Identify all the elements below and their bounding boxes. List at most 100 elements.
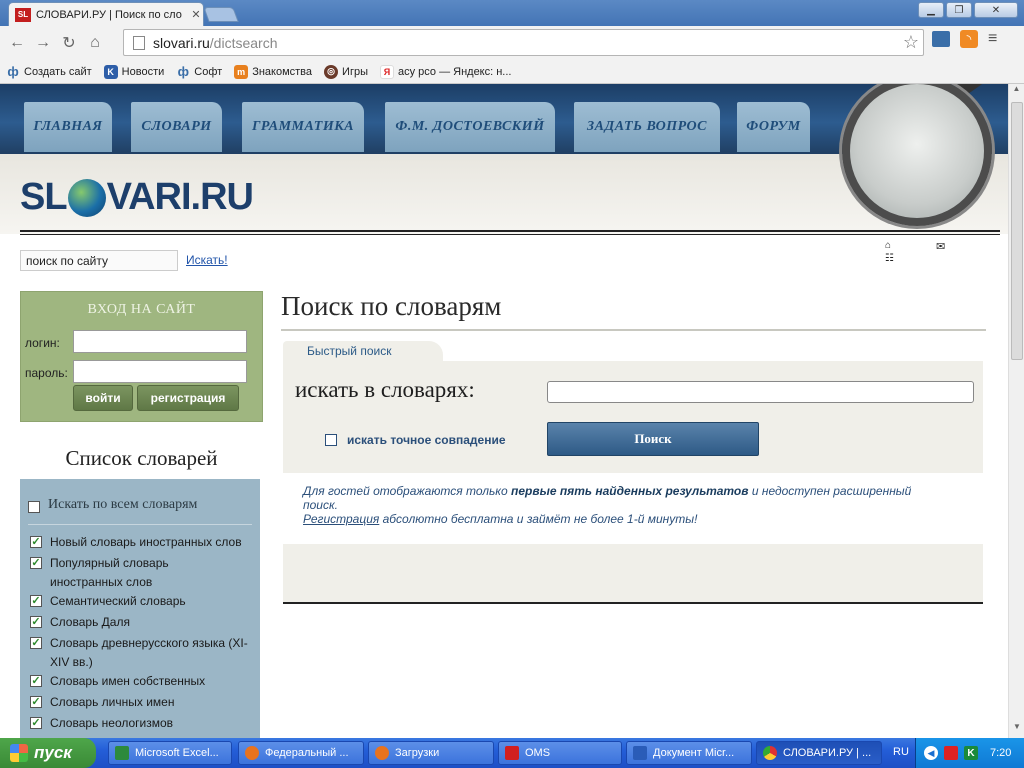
search-all-label: Искать по всем словарям (48, 497, 198, 512)
oms-icon (505, 746, 519, 760)
cyrillic-f-icon: ф (177, 64, 189, 79)
language-indicator[interactable]: RU (893, 746, 909, 758)
back-icon[interactable]: ← (4, 30, 30, 56)
scroll-thumb[interactable] (1011, 102, 1023, 360)
notice-bold-text: первые пять найденных результатов (510, 484, 749, 498)
scroll-up-icon[interactable]: ▲ (1009, 84, 1024, 100)
dictionary-list: Искать по всем словарям ✓ Новый словарь и… (20, 479, 260, 738)
register-button[interactable]: регистрация (137, 385, 239, 411)
taskbar-item[interactable]: OMS (498, 741, 622, 765)
globe-icon (67, 178, 106, 217)
dictionary-item[interactable]: ✓ Словарь имен собственных (30, 672, 256, 691)
bookmark-item[interactable]: m Знакомства (234, 64, 312, 79)
address-bar[interactable]: slovari.ru/dictsearch ☆ (123, 29, 924, 56)
logo-text-right: VARI.RU (106, 176, 254, 218)
word-icon (633, 746, 647, 760)
bookmark-item[interactable]: ф Софт (176, 64, 223, 79)
bookmark-label: асу рсо — Яндекс: н... (397, 65, 512, 78)
tab-quick-search[interactable]: Быстрый поиск (283, 341, 443, 361)
dictionary-item[interactable]: ✓ Словарь древнерусского языка (XI-XIV вв… (30, 634, 256, 672)
login-button[interactable]: войти (73, 385, 133, 411)
slovari-favicon-icon: SL (15, 7, 31, 22)
bookmark-item[interactable]: K Новости (103, 64, 165, 79)
mail-icon[interactable]: ✉ (936, 240, 945, 253)
checkbox-checked-icon[interactable]: ✓ (30, 595, 42, 607)
start-button[interactable]: пуск (0, 738, 96, 768)
bookmark-star-icon[interactable]: ☆ (903, 32, 919, 53)
kaspersky-icon[interactable]: K (964, 746, 978, 760)
tray-arrow-icon[interactable]: ◀ (924, 746, 938, 760)
dictionary-item[interactable]: ✓ Семантический словарь (30, 592, 256, 611)
taskbar-item[interactable]: Загрузки (368, 741, 494, 765)
m-icon: m (234, 64, 249, 79)
target-icon: ◎ (324, 64, 339, 79)
checkbox-unchecked-icon[interactable] (28, 500, 40, 513)
nav-tab-forum[interactable]: ФОРУМ (737, 102, 810, 152)
page-title: Поиск по словарям (281, 291, 502, 321)
search-button[interactable]: Поиск (547, 422, 759, 456)
checkbox-checked-icon[interactable]: ✓ (30, 637, 42, 649)
nav-tab-ask-question[interactable]: ЗАДАТЬ ВОПРОС (574, 102, 720, 152)
exact-match-option[interactable]: искать точное совпадение (325, 433, 506, 447)
checkbox-checked-icon[interactable]: ✓ (30, 717, 42, 729)
login-row: логин: (25, 330, 247, 353)
checkbox-checked-icon[interactable]: ✓ (30, 557, 42, 569)
tab-close-icon[interactable]: ✕ (189, 8, 203, 21)
home-page-icon[interactable]: ⌂ (885, 240, 894, 251)
search-all-dictionaries[interactable]: Искать по всем словарям (28, 497, 197, 513)
nav-tab-dostoevsky[interactable]: Ф.М. ДОСТОЕВСКИЙ (385, 102, 555, 152)
checkbox-checked-icon[interactable]: ✓ (30, 536, 42, 548)
notice-text: абсолютно бесплатна и займёт не более 1-… (379, 512, 698, 526)
minimize-icon[interactable]: ▁ (918, 2, 944, 18)
dictionary-item[interactable]: ✓ Словарь Даля (30, 613, 256, 632)
home-icon[interactable]: ⌂ (82, 30, 108, 56)
page-icon (133, 35, 145, 50)
restore-icon[interactable]: ❐ (946, 2, 972, 18)
sitemap-icon[interactable]: ☷ (885, 253, 894, 264)
dictionary-label: Семантический словарь (50, 594, 186, 608)
extension-icon[interactable] (932, 31, 950, 47)
scroll-down-icon[interactable]: ▼ (1009, 722, 1024, 738)
browser-tab-active[interactable]: SL СЛОВАРИ.РУ | Поиск по сло ✕ (8, 2, 204, 26)
taskbar-item[interactable]: Microsoft Excel... (108, 741, 232, 765)
checkbox-checked-icon[interactable]: ✓ (30, 696, 42, 708)
bookmark-item[interactable]: ◎ Игры (324, 64, 368, 79)
dictionary-item[interactable]: ✓ Популярный словарь иностранных слов (30, 554, 220, 592)
taskbar-item[interactable]: Федеральный ... (238, 741, 364, 765)
dictionary-item[interactable]: ✓ Словарь личных имен (30, 693, 256, 712)
dictionary-label: Словарь древнерусского языка (XI-XIV вв.… (50, 636, 248, 669)
register-link[interactable]: Регистрация (303, 512, 379, 526)
taskbar-item-active[interactable]: СЛОВАРИ.РУ | ... (756, 741, 882, 765)
dictionary-label: Новый словарь иностранных слов (50, 535, 242, 549)
page-scrollbar[interactable]: ▲ ▼ (1008, 84, 1024, 738)
bookmark-item[interactable]: ф Создать сайт (6, 64, 91, 79)
checkbox-checked-icon[interactable]: ✓ (30, 675, 42, 687)
clock[interactable]: 7:20 (990, 747, 1011, 759)
antivirus-icon[interactable] (944, 746, 958, 760)
bookmark-item[interactable]: Яасу рсо — Яндекс: н... (379, 64, 512, 79)
site-logo[interactable]: SL VARI.RU (20, 176, 254, 219)
dictionary-search-input[interactable] (547, 381, 974, 403)
windows-logo-icon (10, 744, 28, 762)
bookmark-label: Софт (194, 65, 223, 78)
site-search-input[interactable] (20, 250, 178, 271)
rss-icon[interactable]: ◝ (960, 30, 978, 48)
password-input[interactable] (73, 360, 247, 383)
reload-icon[interactable]: ↻ (56, 30, 82, 56)
site-search-link[interactable]: Искать! (186, 253, 228, 267)
dictionary-item[interactable]: ✓ Словарь неологизмов (30, 714, 256, 733)
wrench-menu-icon[interactable]: ≡ (988, 30, 997, 48)
checkbox-checked-icon[interactable]: ✓ (30, 616, 42, 628)
close-window-icon[interactable]: ✕ (974, 2, 1018, 18)
login-input[interactable] (73, 330, 247, 353)
nav-tab-dictionaries[interactable]: СЛОВАРИ (131, 102, 222, 152)
logo-text-left: SL (20, 176, 68, 218)
nav-tab-grammar[interactable]: ГРАММАТИКА (242, 102, 364, 152)
forward-icon[interactable]: → (30, 30, 56, 56)
taskbar-item[interactable]: Документ Micr... (626, 741, 752, 765)
bookmark-label: Новости (121, 65, 165, 78)
dictionary-item[interactable]: ✓ Новый словарь иностранных слов (30, 533, 256, 552)
nav-tab-home[interactable]: ГЛАВНАЯ (24, 102, 112, 152)
checkbox-unchecked-icon[interactable] (325, 434, 337, 446)
new-tab-button[interactable] (203, 7, 239, 22)
